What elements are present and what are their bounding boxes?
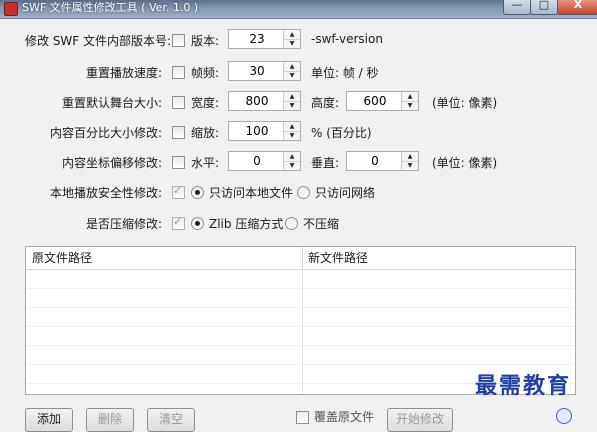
scale-label: 内容百分比大小修改: xyxy=(49,126,162,140)
security-label: 本地播放安全性修改: xyxy=(49,186,162,200)
fps-unit: 单位: 帧 / 秒 xyxy=(311,66,379,80)
version-spin-arrows[interactable]: ▲ ▼ xyxy=(283,30,300,48)
spin-down-icon[interactable]: ▼ xyxy=(402,161,418,170)
stage-unit: (单位: 像素) xyxy=(432,96,498,110)
offset-label: 内容坐标偏移修改: xyxy=(61,156,162,170)
overwrite-label[interactable]: 覆盖原文件 xyxy=(314,408,374,425)
column-header-new-path[interactable]: 新文件路径 xyxy=(302,247,575,269)
delete-button[interactable]: 删除 xyxy=(86,408,134,432)
fps-spin-arrows[interactable]: ▲ ▼ xyxy=(283,62,300,80)
list-row[interactable] xyxy=(26,308,575,327)
stage-height-spin-arrows[interactable]: ▲ ▼ xyxy=(401,92,418,110)
title-bar: SWF 文件属性修改工具 ( Ver. 1.0 ) — □ X xyxy=(0,0,597,19)
spin-down-icon[interactable]: ▼ xyxy=(284,161,300,170)
scale-unit: % (百分比) xyxy=(311,126,372,140)
offset-v-label: 垂直: xyxy=(311,156,340,170)
network-only-radio[interactable] xyxy=(297,186,310,199)
compress-label: 是否压缩修改: xyxy=(85,217,162,231)
fps-input[interactable] xyxy=(229,62,285,80)
watermark-logo: 最需教育 xyxy=(475,373,572,399)
stage-size-label: 重置默认舞台大小: xyxy=(61,96,162,110)
no-compress-label[interactable]: 不压缩 xyxy=(303,215,339,232)
offset-h-input[interactable] xyxy=(229,152,285,170)
offset-v-input[interactable] xyxy=(347,152,403,170)
file-list-header: 原文件路径 新文件路径 xyxy=(26,247,575,270)
list-row[interactable] xyxy=(26,289,575,308)
offset-unit: (单位: 像素) xyxy=(432,156,498,170)
zlib-label[interactable]: Zlib 压缩方式 xyxy=(209,215,283,232)
offset-v-spin-arrows[interactable]: ▲ ▼ xyxy=(401,152,418,170)
fps-label: 重置播放速度: xyxy=(85,66,162,80)
list-row[interactable] xyxy=(26,346,575,365)
stage-width-spin-arrows[interactable]: ▲ ▼ xyxy=(283,92,300,110)
no-compress-radio[interactable] xyxy=(285,217,298,230)
stage-height-label: 高度: xyxy=(311,96,340,110)
scale-spin-arrows[interactable]: ▲ ▼ xyxy=(283,122,300,140)
security-checkbox[interactable] xyxy=(172,184,185,199)
version-field-label: 版本: xyxy=(191,34,220,48)
stage-width-stepper[interactable]: ▲▼ xyxy=(228,91,301,111)
offset-v-stepper[interactable]: ▲▼ xyxy=(346,151,419,171)
version-input[interactable] xyxy=(229,30,285,48)
stage-width-input[interactable] xyxy=(229,92,285,110)
fps-stepper[interactable]: ▲▼ xyxy=(228,61,301,81)
spin-down-icon[interactable]: ▼ xyxy=(284,39,300,48)
version-suffix: -swf-version xyxy=(311,32,383,46)
spin-down-icon[interactable]: ▼ xyxy=(284,71,300,80)
scale-field-label: 缩放: xyxy=(191,126,220,140)
scale-checkbox[interactable] xyxy=(172,126,185,139)
version-label: 修改 SWF 文件内部版本号: xyxy=(25,34,172,48)
help-icon[interactable] xyxy=(556,408,572,424)
app-icon xyxy=(4,2,18,16)
network-only-label[interactable]: 只访问网络 xyxy=(315,184,375,201)
start-button[interactable]: 开始修改 xyxy=(387,408,453,432)
list-row[interactable] xyxy=(26,327,575,346)
clear-button[interactable]: 清空 xyxy=(147,408,195,432)
list-row[interactable] xyxy=(26,270,575,289)
close-button[interactable]: X xyxy=(557,0,597,15)
version-stepper[interactable]: ▲▼ xyxy=(228,29,301,49)
compress-checkbox[interactable] xyxy=(172,215,185,230)
stage-size-checkbox[interactable] xyxy=(172,96,185,109)
stage-height-input[interactable] xyxy=(347,92,403,110)
fps-field-label: 帧频: xyxy=(191,66,220,80)
version-checkbox[interactable] xyxy=(172,34,185,47)
maximize-button[interactable]: □ xyxy=(530,0,558,15)
offset-checkbox[interactable] xyxy=(172,156,185,169)
column-header-original-path[interactable]: 原文件路径 xyxy=(26,247,303,269)
offset-h-stepper[interactable]: ▲▼ xyxy=(228,151,301,171)
overwrite-checkbox[interactable] xyxy=(296,411,309,424)
offset-h-label: 水平: xyxy=(191,156,220,170)
zlib-radio[interactable] xyxy=(191,217,204,230)
minimize-button[interactable]: — xyxy=(503,0,531,15)
scale-input[interactable] xyxy=(229,122,285,140)
spin-down-icon[interactable]: ▼ xyxy=(402,101,418,110)
stage-width-label: 宽度: xyxy=(191,96,220,110)
spin-down-icon[interactable]: ▼ xyxy=(284,131,300,140)
window-title: SWF 文件属性修改工具 ( Ver. 1.0 ) xyxy=(22,1,199,14)
offset-h-spin-arrows[interactable]: ▲ ▼ xyxy=(283,152,300,170)
scale-stepper[interactable]: ▲▼ xyxy=(228,121,301,141)
stage-height-stepper[interactable]: ▲▼ xyxy=(346,91,419,111)
local-only-radio[interactable] xyxy=(191,186,204,199)
add-button[interactable]: 添加 xyxy=(25,408,73,432)
fps-checkbox[interactable] xyxy=(172,66,185,79)
local-only-label[interactable]: 只访问本地文件 xyxy=(209,184,293,201)
spin-down-icon[interactable]: ▼ xyxy=(284,101,300,110)
